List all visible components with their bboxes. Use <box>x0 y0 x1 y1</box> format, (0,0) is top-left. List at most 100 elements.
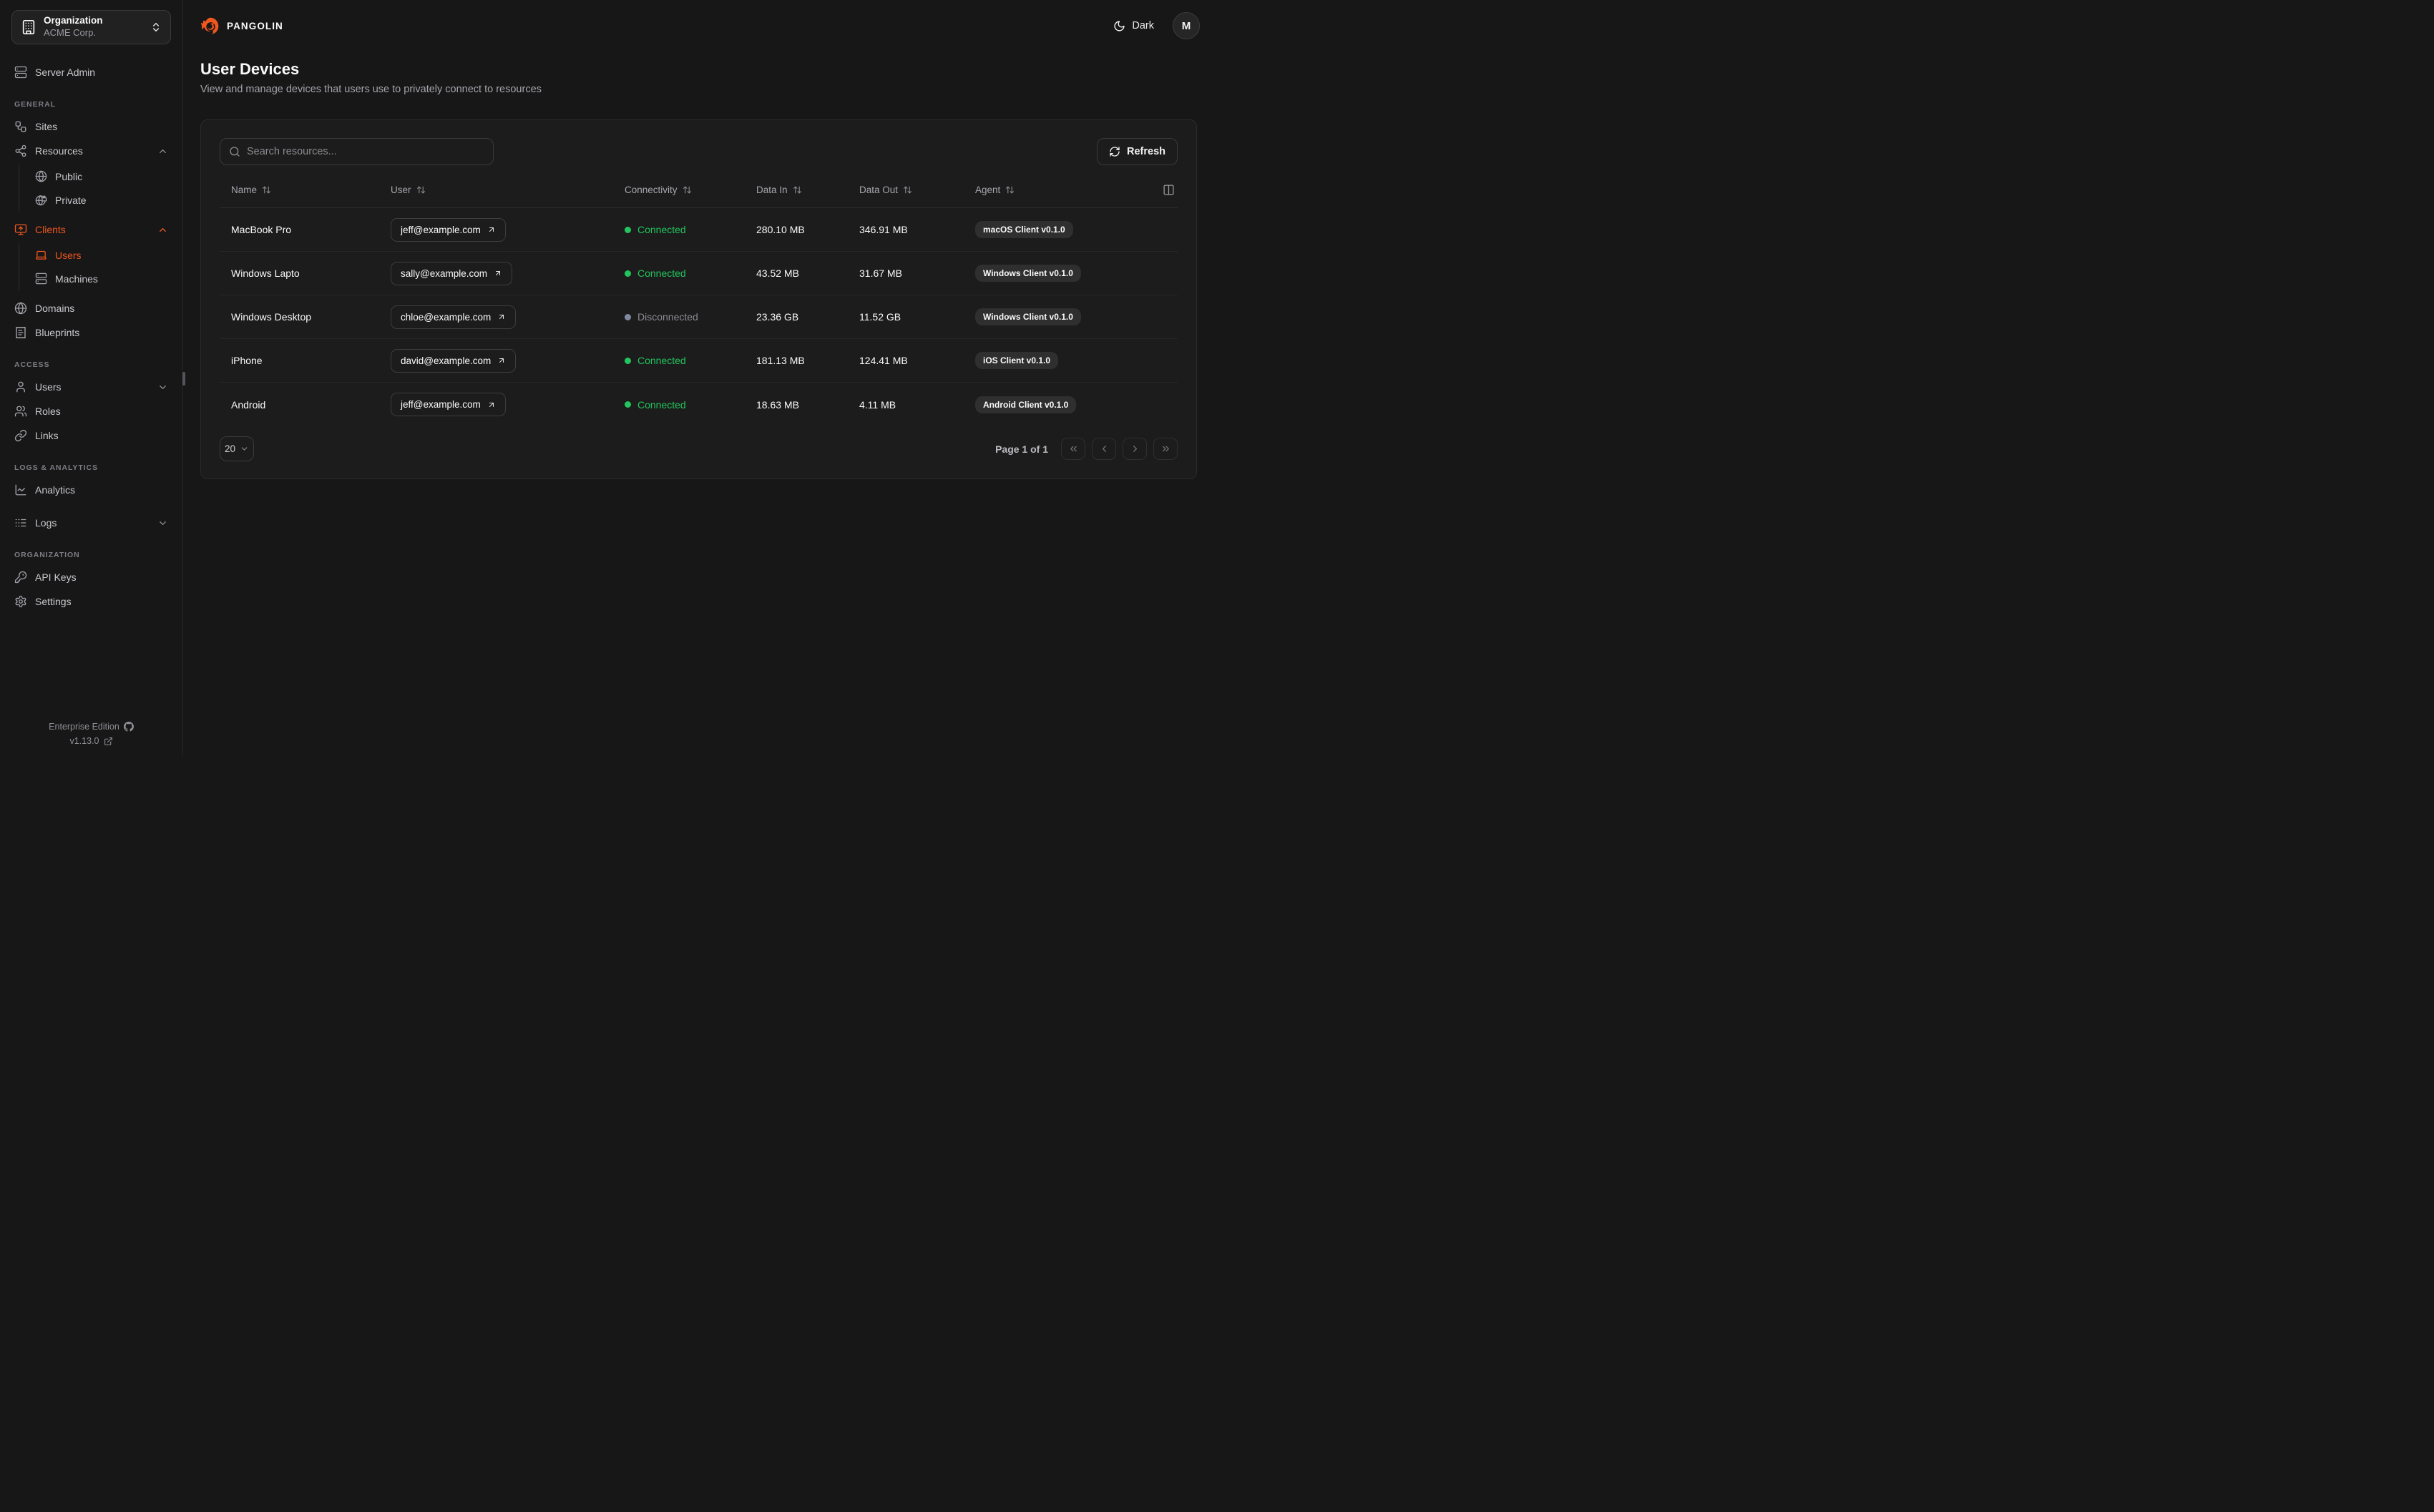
user-link-button[interactable]: jeff@example.com <box>391 393 506 416</box>
table-row: Windows Lapto sally@example.com Connecte… <box>220 252 1178 295</box>
edition-label: Enterprise Edition <box>49 722 119 732</box>
column-header-name[interactable]: Name <box>220 185 379 195</box>
avatar-initial: M <box>1181 19 1191 32</box>
card-footer: 20 Page 1 of 1 <box>201 426 1196 478</box>
sidebar: Organization ACME Corp. Server Admin GEN… <box>0 0 183 756</box>
sidebar-item-settings[interactable]: Settings <box>10 589 172 614</box>
sidebar-item-logs[interactable]: Logs <box>10 511 172 535</box>
sidebar-item-resources[interactable]: Resources <box>10 139 172 163</box>
status-badge: Connected <box>625 399 686 411</box>
moon-icon <box>1113 20 1125 32</box>
first-page-button[interactable] <box>1061 438 1085 460</box>
arrow-up-right-icon <box>497 356 506 365</box>
next-page-button[interactable] <box>1123 438 1147 460</box>
brand-logo[interactable]: PANGOLIN <box>200 16 283 36</box>
column-label: Data In <box>756 185 788 195</box>
sidebar-item-api-keys[interactable]: API Keys <box>10 565 172 589</box>
sidebar-item-users[interactable]: Users <box>10 375 172 399</box>
building-icon <box>21 19 36 35</box>
globe-icon <box>14 302 27 315</box>
page-title: User Devices <box>200 60 300 78</box>
data-in-cell: 23.36 GB <box>756 311 799 323</box>
sidebar-item-blueprints[interactable]: Blueprints <box>10 320 172 345</box>
sidebar-item-clients[interactable]: Clients <box>10 217 172 242</box>
sidebar-item-machines[interactable]: Machines <box>31 267 172 290</box>
user-email: chloe@example.com <box>401 311 492 323</box>
sidebar-scrollbar-thumb[interactable] <box>182 372 185 386</box>
sidebar-footer: Enterprise Edition v1.13.0 <box>0 710 182 756</box>
column-header-data-out[interactable]: Data Out <box>848 185 964 195</box>
key-icon <box>14 571 27 584</box>
logs-icon <box>14 516 27 529</box>
sidebar-item-label: Clients <box>35 224 66 235</box>
sort-icon <box>416 185 426 195</box>
sidebar-item-links[interactable]: Links <box>10 423 172 448</box>
user-link-button[interactable]: david@example.com <box>391 348 517 373</box>
columns-icon <box>1163 184 1175 196</box>
agent-badge: iOS Client v0.1.0 <box>975 352 1059 369</box>
sidebar-item-roles[interactable]: Roles <box>10 399 172 423</box>
sidebar-item-label: Blueprints <box>35 327 80 338</box>
column-header-connectivity[interactable]: Connectivity <box>613 185 745 195</box>
device-name-cell: Android <box>231 398 266 411</box>
version-label[interactable]: v1.13.0 <box>69 736 99 746</box>
sidebar-item-label: Users <box>55 249 82 261</box>
github-icon[interactable] <box>123 722 134 732</box>
org-label: Organization <box>44 15 103 26</box>
sidebar-item-label: Settings <box>35 596 72 607</box>
sidebar-item-client-users[interactable]: Users <box>31 243 172 267</box>
status-dot-icon <box>625 357 631 364</box>
column-header-data-in[interactable]: Data In <box>745 185 848 195</box>
resources-sublist: Public Private <box>19 165 172 212</box>
theme-toggle[interactable]: Dark <box>1113 20 1154 32</box>
sidebar-item-analytics[interactable]: Analytics <box>10 478 172 502</box>
column-header-user[interactable]: User <box>379 185 613 195</box>
search-box <box>220 138 494 165</box>
user-link-button[interactable]: chloe@example.com <box>391 305 517 329</box>
user-email: sally@example.com <box>401 267 487 279</box>
sidebar-item-label: Domains <box>35 303 75 314</box>
server-icon <box>14 66 27 79</box>
data-out-cell: 346.91 MB <box>859 224 908 235</box>
data-out-cell: 31.67 MB <box>859 267 902 279</box>
sort-icon <box>262 185 271 195</box>
sidebar-item-server-admin[interactable]: Server Admin <box>10 60 172 84</box>
avatar[interactable]: M <box>1173 12 1200 39</box>
user-email: jeff@example.com <box>401 224 481 235</box>
sidebar-item-public[interactable]: Public <box>31 165 172 188</box>
user-link-button[interactable]: jeff@example.com <box>391 217 506 242</box>
sidebar-item-private[interactable]: Private <box>31 188 172 212</box>
search-input[interactable] <box>247 146 484 157</box>
share-nodes-icon <box>14 144 27 157</box>
refresh-button[interactable]: Refresh <box>1097 138 1178 165</box>
laptop-icon <box>35 249 47 261</box>
sidebar-item-domains[interactable]: Domains <box>10 296 172 320</box>
prev-page-button[interactable] <box>1092 438 1116 460</box>
agent-badge: Windows Client v0.1.0 <box>975 308 1081 325</box>
chevron-down-icon <box>157 382 168 393</box>
sidebar-item-label: Logs <box>35 517 57 529</box>
last-page-button[interactable] <box>1153 438 1178 460</box>
org-selector[interactable]: Organization ACME Corp. <box>11 10 171 44</box>
topbar: PANGOLIN Dark M <box>200 0 1200 51</box>
globe-icon <box>35 170 47 182</box>
status-dot-icon <box>625 270 631 277</box>
page-head: User Devices View and manage devices tha… <box>200 60 1200 95</box>
sidebar-item-label: Private <box>55 194 87 206</box>
page-size-select[interactable]: 20 <box>220 436 254 461</box>
column-header-agent[interactable]: Agent <box>964 185 1149 195</box>
sidebar-item-sites[interactable]: Sites <box>10 114 172 139</box>
brand-name: PANGOLIN <box>227 20 283 31</box>
chevrons-up-down-icon <box>150 21 162 33</box>
status-dot-icon <box>625 313 631 320</box>
user-link-button[interactable]: sally@example.com <box>391 261 512 285</box>
chevron-left-icon <box>1099 443 1110 454</box>
data-in-cell: 280.10 MB <box>756 224 805 235</box>
arrow-up-right-icon <box>487 225 496 234</box>
external-link-icon[interactable] <box>104 737 113 746</box>
search-icon <box>229 146 240 157</box>
devices-table: Name User Connectivity Data In Data Out … <box>220 172 1178 426</box>
refresh-icon <box>1109 146 1120 157</box>
agent-badge: Windows Client v0.1.0 <box>975 265 1081 282</box>
columns-toggle-button[interactable] <box>1149 184 1178 196</box>
